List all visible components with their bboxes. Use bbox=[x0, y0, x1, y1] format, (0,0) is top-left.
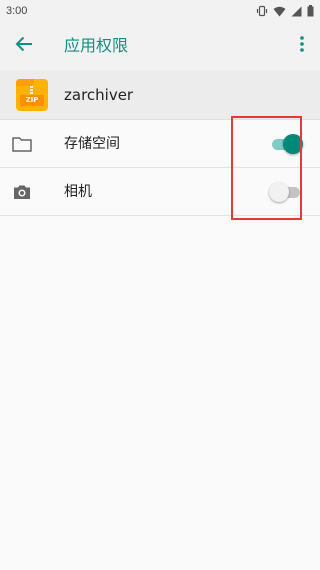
folder-icon bbox=[12, 134, 32, 154]
camera-icon bbox=[12, 182, 32, 202]
vibrate-icon bbox=[256, 5, 268, 17]
status-time: 3:00 bbox=[6, 5, 28, 17]
camera-permission-toggle[interactable] bbox=[269, 182, 303, 202]
more-options-button[interactable] bbox=[298, 36, 306, 56]
back-button[interactable] bbox=[12, 34, 36, 58]
zip-label: ZIP bbox=[20, 95, 44, 106]
zip-folder-icon: ZIP bbox=[16, 79, 48, 111]
app-header: ZIP zarchiver bbox=[0, 70, 320, 120]
permission-row-storage[interactable]: 存储空间 bbox=[0, 120, 320, 168]
more-vert-icon bbox=[300, 36, 304, 56]
battery-icon bbox=[307, 5, 314, 17]
page-title: 应用权限 bbox=[64, 36, 129, 55]
permission-label-storage: 存储空间 bbox=[64, 136, 120, 152]
permission-row-camera[interactable]: 相机 bbox=[0, 168, 320, 216]
permission-label-camera: 相机 bbox=[64, 184, 92, 200]
status-icons bbox=[256, 5, 314, 17]
wifi-icon bbox=[273, 6, 286, 17]
app-permissions-screen: 3:00 应用权限 ZIP zarchiver 存储空间 相机 bbox=[0, 0, 320, 570]
signal-icon bbox=[291, 6, 302, 17]
app-bar: 应用权限 bbox=[0, 22, 320, 70]
status-bar: 3:00 bbox=[0, 0, 320, 22]
arrow-left-icon bbox=[15, 36, 33, 56]
app-name: zarchiver bbox=[64, 86, 134, 104]
storage-permission-toggle[interactable] bbox=[269, 134, 303, 154]
